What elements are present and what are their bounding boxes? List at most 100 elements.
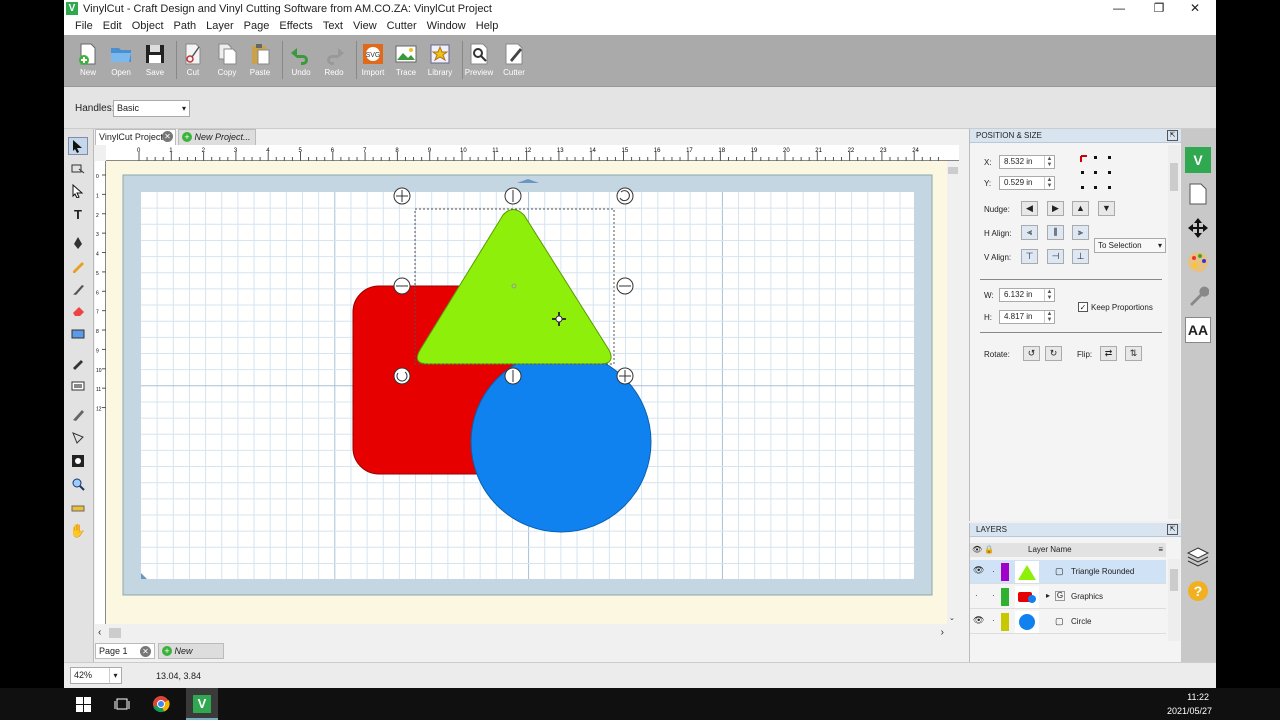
tools-panel-button[interactable]	[1185, 283, 1211, 309]
flip-horizontal-button[interactable]: ⇄	[1100, 346, 1117, 361]
handle-top-middle[interactable]	[504, 187, 522, 205]
minimize-button[interactable]: —	[1101, 0, 1137, 18]
menu-effects[interactable]: Effects	[274, 18, 317, 35]
eyedropper-tool[interactable]	[68, 354, 88, 372]
visibility-eye-icon[interactable]: 👁	[973, 615, 984, 626]
layer-row-triangle[interactable]: 👁 · ▢ Triangle Rounded	[970, 560, 1166, 584]
text-panel-button[interactable]: AA	[1185, 317, 1211, 343]
vinylcut-taskbar-button[interactable]: V	[186, 688, 218, 720]
scroll-right-icon[interactable]: ›	[941, 627, 944, 638]
vinylcut-logo-icon[interactable]: V	[1185, 147, 1211, 173]
save-button[interactable]: Save	[138, 39, 172, 85]
align-center-h-button[interactable]: ⫼	[1047, 225, 1064, 240]
handle-middle-left[interactable]	[393, 277, 411, 295]
scroll-thumb[interactable]	[1170, 569, 1178, 591]
x-position-field[interactable]: 8.532 in ▲ ▼	[999, 155, 1055, 169]
menu-help[interactable]: Help	[471, 18, 504, 35]
layer-color-tag[interactable]	[1001, 613, 1009, 631]
new-button[interactable]: New	[71, 39, 105, 85]
layer-color-tag[interactable]	[1001, 588, 1009, 606]
align-middle-v-button[interactable]: ⊣	[1047, 249, 1064, 264]
handles-select[interactable]: Basic ▾	[113, 100, 190, 117]
hidden-dot[interactable]: ·	[975, 591, 978, 600]
brush-tool[interactable]	[68, 280, 88, 298]
lock-dot[interactable]: ·	[992, 567, 995, 576]
pen-tool[interactable]	[68, 234, 88, 252]
tab-new-project[interactable]: + New Project...	[178, 129, 256, 145]
panel-scrollbar[interactable]	[1168, 145, 1180, 519]
expand-arrow-icon[interactable]: ▸	[1046, 591, 1050, 600]
position-panel-button[interactable]	[1185, 215, 1211, 241]
panel-popout-icon[interactable]: ⇱	[1167, 524, 1178, 535]
windows-start-icon[interactable]	[76, 697, 91, 715]
handle-bottom-middle[interactable]	[504, 367, 522, 385]
close-button[interactable]: ✕	[1177, 0, 1213, 18]
design-canvas[interactable]	[106, 161, 947, 624]
y-position-field[interactable]: 0.529 in ▲ ▼	[999, 176, 1055, 190]
menu-page[interactable]: Page	[239, 18, 275, 35]
fill-tool[interactable]	[68, 377, 88, 395]
menu-path[interactable]: Path	[169, 18, 202, 35]
knife-tool[interactable]	[68, 406, 88, 424]
rotate-left-button[interactable]: ↺	[1023, 346, 1040, 361]
eraser-tool[interactable]	[68, 302, 88, 320]
menu-object[interactable]: Object	[127, 18, 169, 35]
measure-tool[interactable]	[68, 499, 88, 517]
cut-button[interactable]: Cut	[176, 39, 210, 85]
scroll-thumb[interactable]	[948, 167, 958, 174]
direct-select-tool[interactable]	[68, 182, 88, 200]
layer-row-circle[interactable]: 👁 · ▢ Circle	[970, 610, 1166, 634]
vertical-scrollbar[interactable]: ⌄	[947, 161, 959, 624]
canvas-area[interactable]	[106, 161, 947, 624]
undo-button[interactable]: Undo	[284, 39, 318, 85]
weld-tool[interactable]	[68, 452, 88, 470]
paste-button[interactable]: Paste	[243, 39, 277, 85]
handle-middle-right[interactable]	[616, 277, 634, 295]
page-panel-button[interactable]	[1185, 181, 1211, 207]
visibility-eye-icon[interactable]: 👁	[973, 565, 984, 576]
preview-button[interactable]: Preview	[462, 39, 496, 85]
zoom-tool[interactable]	[68, 475, 88, 493]
tab-vinylcut-project[interactable]: VinylCut Project ✕	[95, 129, 176, 145]
align-right-button[interactable]: ⫸	[1072, 225, 1089, 240]
import-button[interactable]: SVG Import	[356, 39, 390, 85]
scroll-down-icon[interactable]: ⌄	[949, 614, 955, 622]
node-select-tool[interactable]	[68, 160, 88, 178]
layer-color-tag[interactable]	[1001, 563, 1009, 581]
menu-view[interactable]: View	[348, 18, 382, 35]
scroll-thumb[interactable]	[109, 628, 121, 638]
menu-layer[interactable]: Layer	[201, 18, 239, 35]
panel-popout-icon[interactable]: ⇱	[1167, 130, 1178, 141]
open-button[interactable]: Open	[104, 39, 138, 85]
restore-button[interactable]: ❐	[1141, 0, 1177, 18]
nudge-left-button[interactable]: ◀	[1021, 201, 1038, 216]
width-field[interactable]: 6.132 in ▲ ▼	[999, 288, 1055, 302]
pencil-tool[interactable]	[68, 257, 88, 275]
rotate-right-button[interactable]: ↻	[1045, 346, 1062, 361]
align-top-button[interactable]: ⊤	[1021, 249, 1038, 264]
shape-tool[interactable]	[68, 325, 88, 343]
spinner-icon[interactable]: ▲ ▼	[1044, 177, 1054, 189]
chrome-icon[interactable]	[152, 695, 170, 716]
tab-page-1[interactable]: Page 1 ✕	[95, 643, 155, 659]
close-page-icon[interactable]: ✕	[140, 646, 151, 657]
pan-tool[interactable]: ✋	[68, 522, 88, 540]
layers-scrollbar[interactable]	[1168, 559, 1180, 641]
align-left-button[interactable]: ⫷	[1021, 225, 1038, 240]
nudge-right-button[interactable]: ▶	[1047, 201, 1064, 216]
redo-button[interactable]: Redo	[317, 39, 351, 85]
horizontal-scrollbar[interactable]: ‹ ›	[95, 624, 947, 642]
layers-menu-icon[interactable]: ≡	[1158, 543, 1163, 557]
select-tool[interactable]	[68, 137, 88, 155]
handle-bottom-left[interactable]	[393, 367, 411, 385]
scroll-thumb[interactable]	[1170, 163, 1178, 191]
library-button[interactable]: Library	[423, 39, 457, 85]
text-tool[interactable]: T	[68, 205, 88, 223]
zoom-select[interactable]: 42% ▾	[70, 667, 122, 684]
transform-tool[interactable]	[68, 429, 88, 447]
nudge-down-button[interactable]: ▼	[1098, 201, 1115, 216]
layers-panel-button[interactable]	[1185, 544, 1211, 570]
keep-proportions-checkbox[interactable]: ✓	[1078, 302, 1088, 312]
tab-new-page[interactable]: + New Page...	[158, 643, 224, 671]
cutter-button[interactable]: Cutter	[497, 39, 531, 85]
